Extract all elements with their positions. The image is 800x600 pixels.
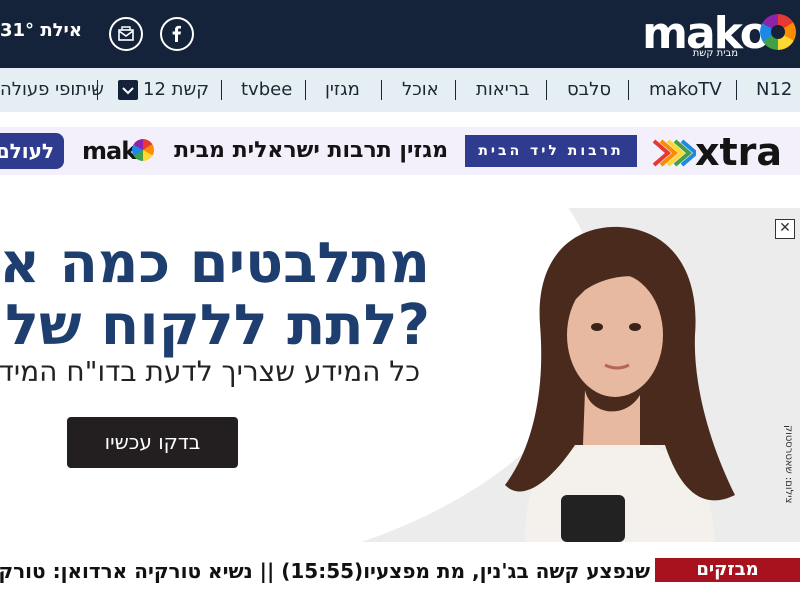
nav-item-food[interactable]: אוכל [402, 68, 439, 112]
nav-item-makotv[interactable]: makoTV [649, 68, 722, 112]
ad-headline: מתלבטים כמה אתם צריכים לתת ללקוח של השנה… [0, 233, 430, 357]
nav-item-health[interactable]: בריאות [476, 68, 529, 112]
ad-headline-line-2: לתת ללקוח של השנה? [0, 293, 430, 358]
weather-widget[interactable]: אילת 31° [0, 20, 82, 41]
mail-icon [118, 26, 134, 41]
logo-subtitle: מבית קשת [692, 48, 738, 59]
nav-item-n12[interactable]: N12 [756, 68, 792, 112]
nav-divider [736, 80, 737, 100]
nav-item-collaborations[interactable]: שיתופי פעולה [0, 68, 104, 112]
advertisement[interactable]: מתלבטים כמה אתם צריכים לתת ללקוח של השנה… [0, 175, 800, 542]
chevron-down-icon [122, 87, 134, 95]
xtra-description: מגזין תרבות ישראלית מבית [174, 138, 448, 163]
mako-logo[interactable]: mako מבית קשת [642, 8, 798, 60]
xtra-wordmark: xtra [694, 130, 782, 174]
ad-photo-credit: צילום: שאטרסטוק [783, 425, 794, 504]
xtra-mako-logo: mako [82, 135, 172, 167]
xtra-mako-color-ball [132, 139, 154, 161]
nav-divider [546, 80, 547, 100]
xtra-logo: xtra [652, 130, 782, 174]
logo-color-ball [760, 14, 796, 50]
xtra-tagline: תרבות ליד הבית [465, 135, 637, 167]
ad-woman-photo [505, 226, 735, 542]
ad-close-button[interactable]: ✕ [775, 219, 795, 239]
nav-item-magazine[interactable]: מגזין [325, 68, 360, 112]
keshet12-dropdown[interactable] [118, 80, 138, 100]
nav-divider [381, 80, 382, 100]
nav-item-celebs[interactable]: סלבס [567, 68, 611, 112]
nav-divider [221, 80, 222, 100]
rainbow-x-icon [652, 139, 696, 167]
ad-subtitle: כל המידע שצריך לדעת בדו"ח המידע השנתי [0, 355, 420, 388]
ad-headline-line-1: מתלבטים כמה אתם צריכים [0, 231, 430, 296]
ticker-label: מבזקים [655, 558, 800, 582]
nav-divider [628, 80, 629, 100]
nav-divider [305, 80, 306, 100]
newsletter-button[interactable] [109, 17, 143, 51]
news-ticker: מבזקים 6 שנפצע קשה בג'נין, מת מפצעיו(15:… [0, 550, 800, 596]
nav-divider [455, 80, 456, 100]
top-header: אילת 31° mako מבית קשת [0, 0, 800, 68]
facebook-icon [172, 25, 181, 42]
nav-item-keshet12[interactable]: קשת 12 [143, 68, 209, 112]
ad-check-now-button[interactable]: בדקו עכשיו [67, 417, 238, 468]
ticker-headline[interactable]: 6 שנפצע קשה בג'נין, מת מפצעיו(15:55) || … [0, 556, 650, 586]
facebook-button[interactable] [160, 17, 194, 51]
xtra-cta-button[interactable]: לעולם [0, 133, 64, 169]
nav-item-tvbee[interactable]: tvbee [241, 68, 292, 112]
xtra-banner[interactable]: לעולם mako מגזין תרבות ישראלית מבית תרבו… [0, 127, 800, 175]
